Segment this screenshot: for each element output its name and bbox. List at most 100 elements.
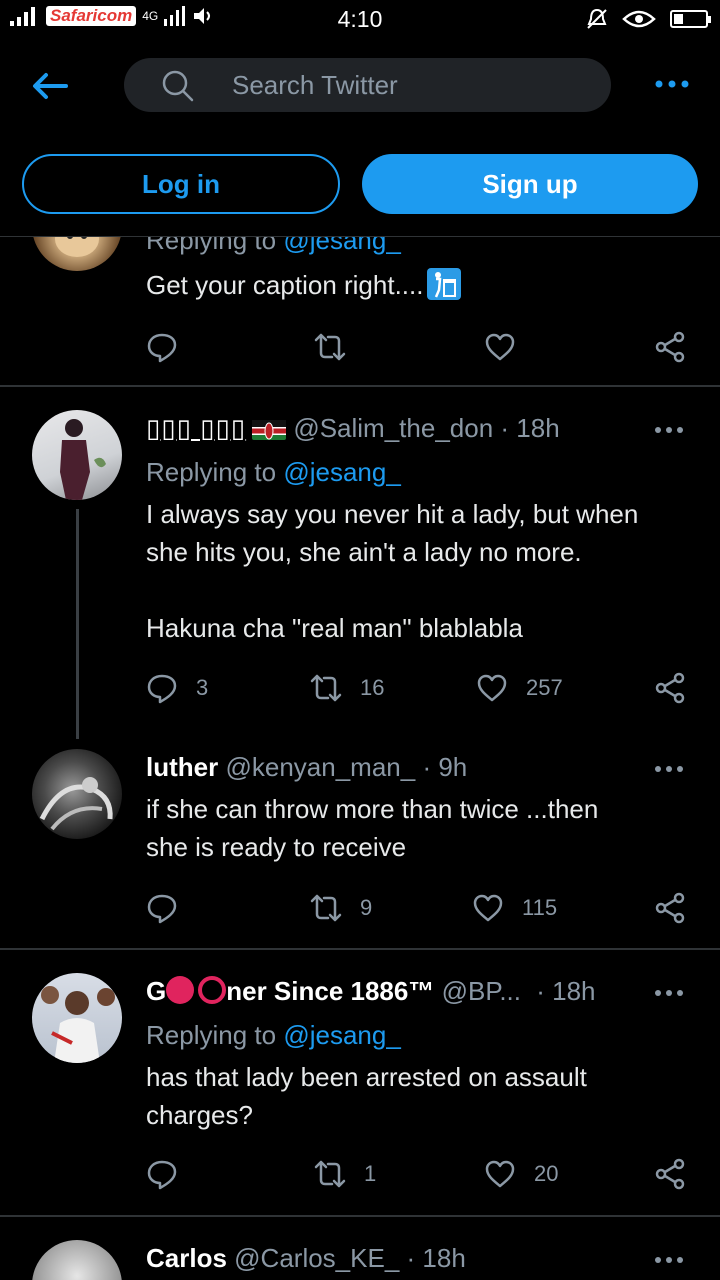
- display-name[interactable]: luther: [146, 752, 218, 782]
- tweet-header: luther @kenyan_man_ · 9h: [146, 752, 467, 783]
- reply-icon: [147, 1160, 177, 1190]
- auth-row: Log in Sign up: [0, 154, 720, 216]
- tweet-actions: 9 115: [146, 890, 694, 926]
- tweet-text-line: she is ready to receive: [146, 832, 407, 862]
- share-button[interactable]: [654, 1156, 686, 1192]
- top-bar: Search Twitter: [0, 58, 720, 114]
- reply-button[interactable]: [146, 329, 178, 365]
- more-options-icon[interactable]: [654, 74, 690, 94]
- search-icon: [162, 70, 194, 102]
- status-bar: Safaricom 4G 4:10: [0, 0, 720, 38]
- tweet-header: Gner Since 1886™ @BP... · 18h: [146, 976, 596, 1007]
- user-handle[interactable]: @BP...: [442, 976, 521, 1006]
- display-name-end[interactable]: ner Since 1886™: [226, 976, 434, 1006]
- red-ring-icon: [198, 976, 227, 1004]
- tweet-more-icon[interactable]: [654, 1255, 684, 1265]
- tweet-more-icon[interactable]: [654, 425, 684, 435]
- tweet-header: ▯▯▯ ▯▯▯ @Salim_the_don · 18h: [146, 413, 560, 444]
- tweet-text-line: Hakuna cha "real man" blablabla: [146, 613, 523, 643]
- mute-bell-icon: [587, 8, 607, 29]
- share-button[interactable]: [654, 890, 686, 926]
- trash-emoji-icon: [427, 268, 462, 300]
- signup-button[interactable]: Sign up: [362, 154, 698, 214]
- battery-level: [674, 14, 683, 24]
- tweet-time[interactable]: · 18h: [407, 1243, 466, 1273]
- display-name[interactable]: Carlos: [146, 1243, 227, 1273]
- tweet-time[interactable]: · 18h: [536, 976, 595, 1006]
- reply-button[interactable]: [146, 890, 178, 926]
- tweet-more-icon[interactable]: [654, 764, 684, 774]
- reply-icon: [147, 894, 177, 924]
- tweet-actions: 3 16 257: [146, 670, 694, 706]
- replying-to: Replying to @jesang_: [146, 457, 401, 488]
- avatar-art: [39, 777, 113, 831]
- mention-link[interactable]: @jesang_: [283, 237, 400, 255]
- tweet-divider: [0, 948, 720, 950]
- tweet-text-spacer: [146, 571, 686, 609]
- retweet-button[interactable]: [314, 329, 346, 365]
- avatar-art: [60, 419, 106, 500]
- share-icon: [655, 892, 685, 924]
- like-button[interactable]: 115: [472, 890, 557, 926]
- search-input[interactable]: Search Twitter: [124, 58, 611, 112]
- share-icon: [655, 1158, 685, 1190]
- tweet-actions: 1 20: [146, 1156, 694, 1192]
- retweet-button[interactable]: 9: [310, 890, 372, 926]
- share-button[interactable]: [654, 329, 686, 365]
- user-handle[interactable]: @kenyan_man_: [225, 752, 415, 782]
- reply-button[interactable]: 3: [146, 670, 208, 706]
- tweet-feed[interactable]: Replying to @jesang_ Get your caption ri…: [0, 237, 720, 1280]
- retweet-icon: [314, 1160, 346, 1188]
- search-placeholder: Search Twitter: [232, 70, 398, 100]
- heart-icon: [485, 1160, 515, 1188]
- tweet-text-line: I always say you never hit a lady, but w…: [146, 499, 639, 529]
- kenya-flag-icon: [252, 418, 287, 440]
- display-name[interactable]: ▯▯▯ ▯▯▯: [146, 413, 246, 443]
- avatar[interactable]: [32, 237, 122, 271]
- display-name-start[interactable]: G: [146, 976, 166, 1006]
- retweet-button[interactable]: 16: [310, 670, 384, 706]
- like-button[interactable]: 257: [476, 670, 563, 706]
- avatar[interactable]: [32, 1240, 122, 1280]
- avatar[interactable]: [32, 749, 122, 839]
- tweet-divider: [0, 385, 720, 387]
- reply-icon: [147, 333, 177, 363]
- mention-link[interactable]: @jesang_: [283, 1020, 400, 1050]
- tweet-text: Get your caption right....: [146, 266, 686, 304]
- retweet-count: 9: [360, 895, 373, 920]
- avatar[interactable]: [32, 973, 122, 1063]
- retweet-icon: [314, 333, 346, 361]
- retweet-count: 1: [364, 1161, 377, 1186]
- avatar[interactable]: [32, 410, 122, 500]
- tweet-text-line: charges?: [146, 1100, 253, 1130]
- replying-to: Replying to @jesang_: [146, 1020, 401, 1051]
- battery-icon: [670, 10, 711, 28]
- heart-icon: [477, 674, 507, 702]
- tweet-time[interactable]: · 18h: [500, 413, 559, 443]
- reply-button[interactable]: [146, 1156, 178, 1192]
- mention-link[interactable]: @jesang_: [283, 457, 400, 487]
- tweet-text-line: has that lady been arrested on assault: [146, 1062, 587, 1092]
- retweet-icon: [310, 894, 342, 922]
- tweet-time[interactable]: · 9h: [422, 752, 467, 782]
- share-icon: [655, 672, 685, 704]
- login-button[interactable]: Log in: [22, 154, 340, 214]
- tweet-text: has that lady been arrested on assault c…: [146, 1058, 686, 1134]
- retweet-button[interactable]: 1: [314, 1156, 376, 1192]
- like-button[interactable]: [484, 329, 516, 365]
- thread-connector: [76, 509, 79, 739]
- tweet-actions: [146, 329, 694, 365]
- reply-count: 3: [196, 675, 209, 700]
- like-count: 20: [534, 1161, 559, 1186]
- share-button[interactable]: [654, 670, 686, 706]
- back-arrow-icon[interactable]: [30, 66, 70, 106]
- like-count: 257: [526, 675, 563, 700]
- tweet-more-icon[interactable]: [654, 988, 684, 998]
- replying-label: Replying to: [146, 1020, 277, 1050]
- replying-label: Replying to: [146, 457, 277, 487]
- avatar-art: [41, 986, 115, 1063]
- user-handle[interactable]: @Carlos_KE_: [234, 1243, 399, 1273]
- user-handle[interactable]: @Salim_the_don: [293, 413, 493, 443]
- heart-icon: [473, 894, 503, 922]
- like-button[interactable]: 20: [484, 1156, 558, 1192]
